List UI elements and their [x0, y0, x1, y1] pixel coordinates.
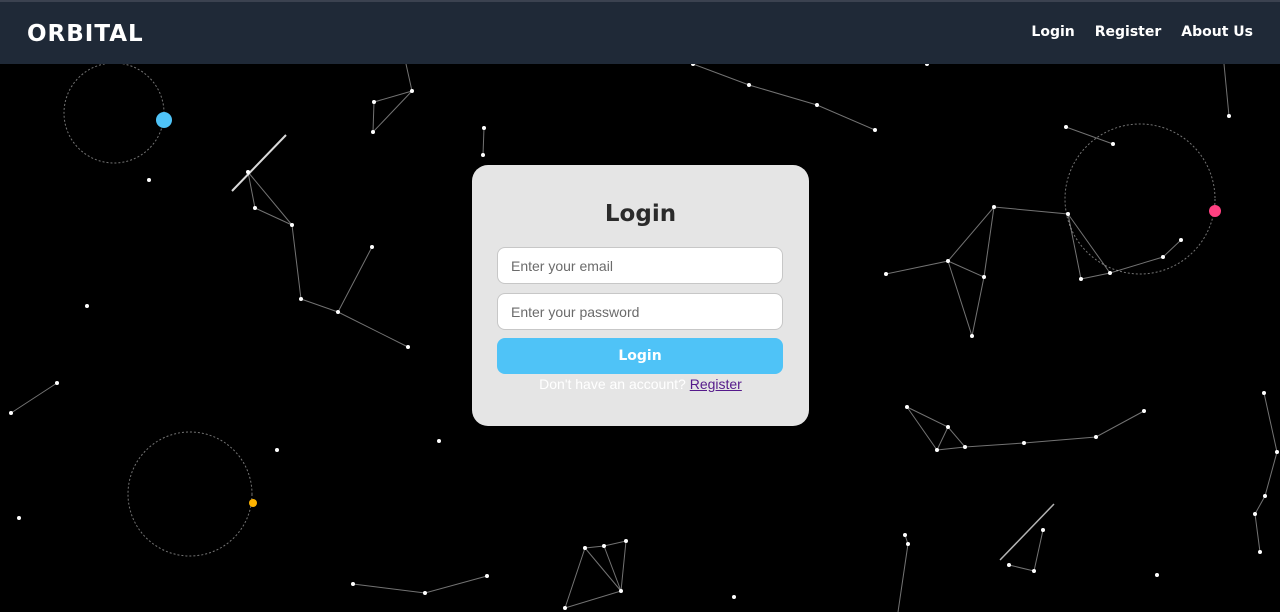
nav-about-link[interactable]: About Us [1181, 24, 1253, 40]
login-submit-button[interactable]: Login [497, 338, 783, 374]
register-link[interactable]: Register [690, 376, 742, 392]
orbiting-planet-blue [156, 112, 172, 128]
brand-logo[interactable]: ORBITAL [27, 21, 144, 47]
orbiting-planet-pink [1209, 205, 1221, 217]
login-title: Login [604, 201, 677, 227]
password-field[interactable] [497, 293, 783, 330]
orbiting-planet-amber [249, 499, 257, 507]
nav-login-link[interactable]: Login [1031, 24, 1074, 40]
login-card: Login Login Don't have an account? Regis… [472, 165, 809, 426]
nav-menu: Login Register About Us [1031, 24, 1253, 40]
top-navbar: ORBITAL Login Register About Us [0, 0, 1280, 64]
email-field[interactable] [497, 247, 783, 284]
register-prompt-text: Don't have an account? [539, 376, 686, 392]
register-prompt: Don't have an account? Register [472, 376, 809, 392]
nav-register-link[interactable]: Register [1095, 24, 1162, 40]
